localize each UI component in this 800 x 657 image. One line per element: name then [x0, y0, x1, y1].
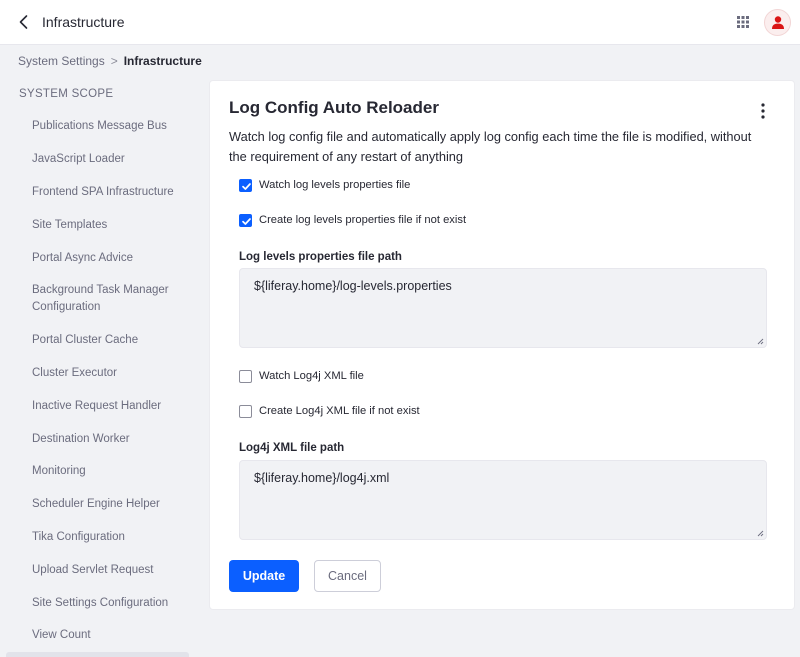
resize-handle-icon[interactable] — [756, 529, 764, 537]
log4j-path-value: ${liferay.home}/log4j.xml — [254, 471, 390, 485]
sidebar-item-view-count[interactable]: View Count — [32, 627, 192, 644]
check-icon — [242, 217, 251, 225]
sidebar-item-frontend-spa-infrastructure[interactable]: Frontend SPA Infrastructure — [32, 184, 192, 201]
watch-log4j-checkbox[interactable] — [239, 369, 252, 383]
log4j-path-label: Log4j XML file path — [239, 442, 345, 454]
sidebar-item-publications-message-bus[interactable]: Publications Message Bus — [32, 118, 192, 135]
sidebar-item-inactive-request-handler[interactable]: Inactive Request Handler — [32, 398, 192, 415]
chevron-left-icon[interactable] — [14, 12, 34, 32]
watch-log-levels-checkbox-row[interactable]: Watch log levels properties file — [239, 177, 410, 193]
top-bar: Infrastructure — [0, 0, 800, 45]
form-description: Watch log config file and automatically … — [229, 129, 752, 164]
create-log-levels-checkbox[interactable] — [239, 213, 252, 227]
user-icon — [772, 16, 784, 29]
watch-log4j-label: Watch Log4j XML file — [259, 370, 364, 382]
sidebar-item-scheduler-engine-helper[interactable]: Scheduler Engine Helper — [32, 496, 192, 513]
watch-log-levels-label: Watch log levels properties file — [259, 179, 411, 191]
log-levels-path-value: ${liferay.home}/log-levels.properties — [254, 279, 452, 293]
watch-log4j-checkbox-row[interactable]: Watch Log4j XML file — [239, 368, 364, 384]
sidebar-scope-title: SYSTEM SCOPE — [19, 88, 114, 100]
breadcrumb-separator: > — [110, 54, 118, 68]
kebab-menu-icon[interactable] — [755, 101, 771, 121]
resize-handle-icon[interactable] — [756, 337, 764, 345]
sidebar-item-site-templates[interactable]: Site Templates — [32, 217, 192, 234]
create-log-levels-checkbox-row[interactable]: Create log levels properties file if not… — [239, 212, 466, 228]
sidebar-item-tika-configuration[interactable]: Tika Configuration — [32, 529, 192, 546]
breadcrumb: System Settings > Infrastructure — [18, 54, 202, 68]
create-log-levels-label: Create log levels properties file if not… — [259, 214, 467, 226]
sidebar-item-destination-worker[interactable]: Destination Worker — [32, 431, 192, 448]
sidebar-item-monitoring[interactable]: Monitoring — [32, 463, 192, 480]
update-button[interactable]: Update — [229, 560, 299, 592]
sidebar-item-upload-servlet-request[interactable]: Upload Servlet Request — [32, 562, 192, 579]
breadcrumb-item-current: Infrastructure — [123, 54, 202, 68]
watch-log-levels-checkbox[interactable] — [239, 178, 252, 192]
sidebar-item-portal-cluster-cache[interactable]: Portal Cluster Cache — [32, 332, 192, 349]
create-log4j-label: Create Log4j XML file if not exist — [259, 405, 420, 417]
log4j-path-textarea[interactable]: ${liferay.home}/log4j.xml — [239, 460, 767, 540]
create-log4j-checkbox[interactable] — [239, 404, 252, 418]
log-levels-path-textarea[interactable]: ${liferay.home}/log-levels.properties — [239, 268, 767, 348]
cancel-button[interactable]: Cancel — [314, 560, 381, 592]
sidebar-item-site-settings-configuration[interactable]: Site Settings Configuration — [32, 595, 192, 612]
avatar[interactable] — [764, 9, 791, 36]
sidebar-item-portal-async-advice[interactable]: Portal Async Advice — [32, 250, 192, 267]
form-title: Log Config Auto Reloader — [229, 98, 439, 117]
breadcrumb-item-system-settings[interactable]: System Settings — [18, 54, 105, 68]
page-title: Infrastructure — [42, 14, 125, 30]
config-form-card: Log Config Auto Reloader Watch log confi… — [209, 80, 795, 610]
grid-icon[interactable] — [735, 14, 751, 30]
create-log4j-checkbox-row[interactable]: Create Log4j XML file if not exist — [239, 403, 420, 419]
sidebar-item-cluster-executor[interactable]: Cluster Executor — [32, 365, 192, 382]
sidebar-active-item-edge — [6, 652, 189, 657]
log-levels-path-label: Log levels properties file path — [239, 251, 402, 263]
check-icon — [242, 182, 251, 190]
sidebar-item-javascript-loader[interactable]: JavaScript Loader — [32, 151, 192, 168]
sidebar-item-background-task-manager[interactable]: Background Task Manager Configuration — [32, 282, 192, 316]
